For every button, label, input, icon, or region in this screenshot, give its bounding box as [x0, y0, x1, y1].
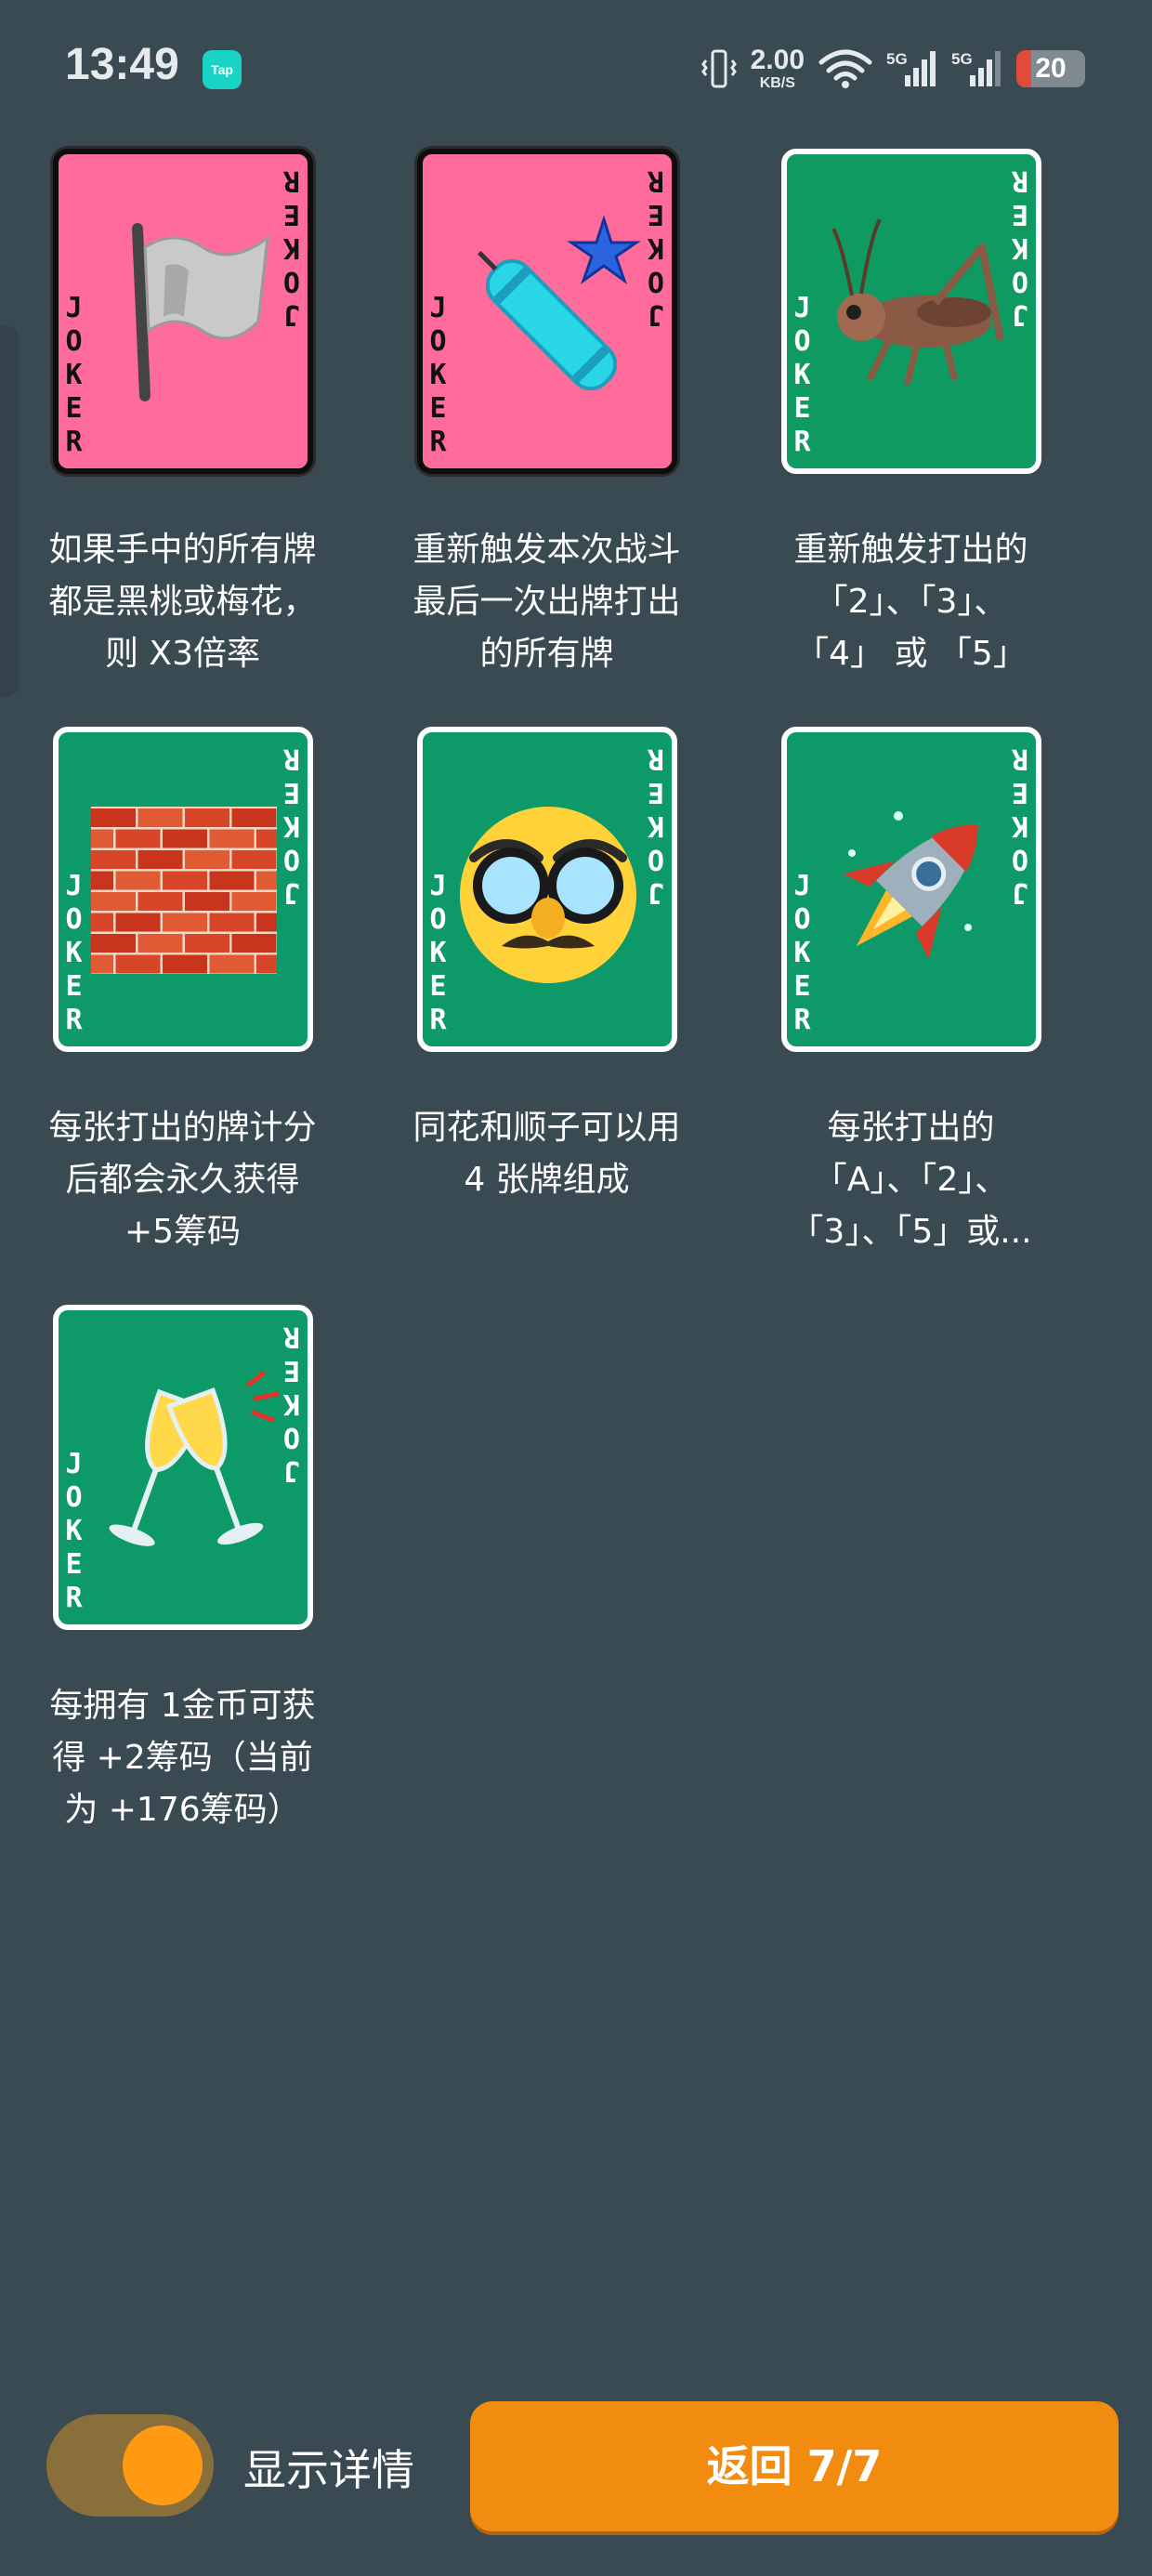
net-speed-unit: KB/S — [759, 75, 795, 91]
joker-word-right: JOKER — [647, 164, 664, 331]
net-speed-value: 2.00 — [750, 45, 805, 75]
joker-word-left: JOKER — [793, 870, 811, 1036]
joker-card[interactable]: JOKER JOKER — [780, 149, 1041, 474]
svg-text:5G: 5G — [886, 50, 908, 68]
brick-wall-icon — [86, 769, 281, 1011]
status-icons: 2.00 KB/S 5G 5G 20 — [700, 41, 1085, 97]
joker-description: 每张打出的牌计分 后都会永久获得 +5筹码 — [28, 1102, 337, 1258]
signal-5g-icon-2: 5G — [951, 47, 1003, 90]
status-time: 13:49 — [65, 40, 179, 89]
joker-word-right: JOKER — [282, 743, 300, 909]
joker-item: JOKER JOKER 重新触发本次战斗 最后一次出牌打出 的所有牌 — [392, 149, 701, 680]
joker-word-left: JOKER — [65, 1448, 83, 1614]
show-details-toggle[interactable] — [46, 2414, 214, 2517]
white-flag-icon — [86, 191, 281, 433]
joker-word-right: JOKER — [282, 1321, 300, 1487]
rocket-icon — [815, 769, 1010, 1011]
joker-word-right: JOKER — [1011, 743, 1028, 909]
joker-description-line: 每张打出的 — [827, 1109, 995, 1147]
vibrate-icon — [700, 47, 738, 90]
joker-description: 如果手中的所有牌 都是黑桃或梅花， 则 X3倍率 — [28, 524, 337, 680]
joker-card[interactable]: JOKER JOKER — [416, 727, 677, 1052]
battery-icon: 20 — [1016, 50, 1085, 87]
joker-description: 每张打出的「A」、「2」、 「3」、「5」或... — [756, 1102, 1066, 1258]
joker-description-line: 最后一次出牌打出 — [412, 583, 681, 621]
svg-text:5G: 5G — [951, 50, 973, 68]
joker-description-line: 每张打出的牌计分 — [48, 1109, 317, 1147]
joker-description-line: 重新触发本次战斗 — [412, 531, 681, 569]
joker-description: 每拥有 1金币可获得 +2筹码（当前为 +176筹码） — [28, 1680, 337, 1836]
joker-description-line: 都是黑桃或梅花， — [48, 583, 317, 621]
joker-word-left: JOKER — [429, 870, 447, 1036]
net-speed: 2.00 KB/S — [751, 46, 805, 91]
bottom-bar: 显示详情 返回 7/7 — [0, 2398, 1152, 2537]
joker-word-right: JOKER — [647, 743, 664, 909]
side-drawer-handle[interactable] — [0, 325, 19, 697]
joker-word-left: JOKER — [429, 292, 447, 458]
joker-description-line: 「3」、「5」或... — [790, 1213, 1032, 1251]
joker-description: 同花和顺子可以用 4 张牌组成 — [392, 1102, 701, 1206]
joker-description-line: 得 +2筹码（当前 — [52, 1739, 313, 1777]
joker-description-line: 每拥有 1金币可获 — [49, 1687, 316, 1725]
wifi-icon — [818, 47, 873, 90]
joker-card[interactable]: JOKER JOKER — [780, 727, 1041, 1052]
joker-word-left: JOKER — [65, 292, 83, 458]
signal-5g-icon: 5G — [886, 47, 938, 90]
cricket-icon — [815, 191, 1010, 433]
joker-description-line: 4 张牌组成 — [464, 1161, 630, 1199]
show-details-label: 显示详情 — [243, 2445, 414, 2495]
joker-description-line: 重新触发打出的 — [793, 531, 1028, 569]
joker-item: JOKER JOKER 每张打出的「A」、「2」、 「3」、「5」或... — [756, 727, 1066, 1258]
joker-card[interactable]: JOKER JOKER — [52, 1305, 313, 1630]
tap-app-icon: Tap — [203, 50, 242, 89]
firecracker-icon — [451, 191, 646, 433]
back-button[interactable]: 返回 7/7 — [470, 2401, 1119, 2531]
joker-description: 重新触发打出的 「2」、「3」、 「4」 或 「5」 — [756, 524, 1066, 680]
battery-level: 20 — [1035, 53, 1067, 84]
disguised-face-icon — [451, 769, 646, 1011]
joker-card[interactable]: JOKER JOKER — [52, 727, 313, 1052]
joker-description-line: 「2」、「3」、 — [814, 583, 1008, 621]
joker-word-right: JOKER — [1011, 164, 1028, 331]
joker-description-line: 的所有牌 — [479, 635, 614, 673]
joker-word-left: JOKER — [793, 292, 811, 458]
joker-word-left: JOKER — [65, 870, 83, 1036]
joker-description-line: +5筹码 — [124, 1213, 242, 1251]
joker-grid: JOKERJOKER 如果手中的所有牌 都是黑桃或梅花，则 X3倍率 J O K E R J O… — [28, 149, 1124, 1836]
joker-description-line: 如果手中的所有牌 — [48, 531, 317, 569]
joker-description-line: 则 X3倍率 — [104, 635, 260, 673]
joker-card[interactable]: JOKER JOKER — [52, 149, 313, 474]
toggle-knob — [123, 2425, 203, 2505]
joker-item: J O K E R J O K E R 每张打出的牌计分 后都会永久获得 +5筹码 — [28, 727, 337, 1258]
joker-description-line: 为 +176筹码） — [64, 1791, 301, 1829]
joker-description: 重新触发本次战斗 最后一次出牌打出 的所有牌 — [392, 524, 701, 680]
joker-item: JOKER JOKER 重新触发打出的 「2」、「3」、 「4」 或 「5」 — [756, 149, 1066, 680]
joker-description-line: 「A」、「2」、 — [813, 1161, 1009, 1199]
joker-item: JOKER JOKER 每拥有 1金币可获得 +2筹码（当前为 +176筹码） — [28, 1305, 337, 1836]
joker-item: JOKER JOKER 如果手中的所有牌 都是黑桃或梅花， 则 X3倍率 — [28, 149, 337, 680]
joker-card[interactable]: JOKER JOKER — [416, 149, 677, 474]
status-bar: 13:49 Tap 2.00 KB/S 5G 5G 20 — [0, 0, 1152, 139]
clinking-glasses-icon — [86, 1347, 281, 1589]
joker-description-line: 同花和顺子可以用 — [412, 1109, 681, 1147]
joker-word-right: JOKER — [282, 164, 300, 331]
joker-item: JOKER JOKER 同花和顺子可以用 4 张牌组成 — [392, 727, 701, 1258]
joker-description-line: 后都会永久获得 — [65, 1161, 300, 1199]
joker-description-line: 「4」 或 「5」 — [795, 635, 1027, 673]
